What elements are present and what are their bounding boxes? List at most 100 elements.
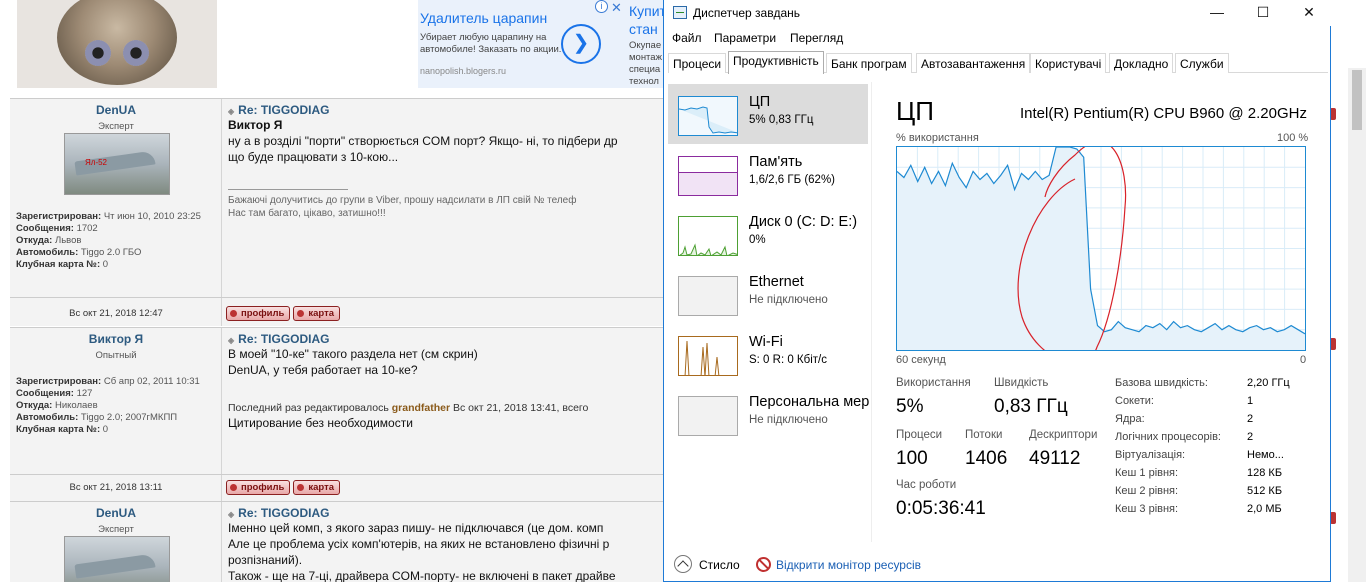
map-button[interactable]: карта bbox=[293, 480, 341, 495]
menu-file[interactable]: Файл bbox=[672, 31, 702, 45]
processes-label: Процеси bbox=[896, 429, 943, 441]
map-button[interactable]: карта bbox=[293, 306, 341, 321]
resource-value: 5% 0,83 ГГц bbox=[749, 114, 814, 126]
post-body: ◈ Re: TIGGODIAG Іменно цей комп, з якого … bbox=[228, 506, 668, 582]
post-profile-info: Зарегистрирован: Сб апр 02, 2011 10:31 С… bbox=[16, 376, 200, 435]
tab-services[interactable]: Служби bbox=[1175, 53, 1229, 73]
chevron-up-icon[interactable] bbox=[674, 555, 692, 573]
processes-value: 100 bbox=[896, 448, 928, 469]
spec-label: Кеш 3 рівня: bbox=[1115, 503, 1179, 515]
post-edit-reason: Цитирование без необходимости bbox=[228, 416, 413, 430]
resource-item-disk[interactable]: Диск 0 (C: D: E:) 0% bbox=[668, 204, 868, 264]
spec-label: Сокети: bbox=[1115, 395, 1154, 407]
resource-name: Диск 0 (C: D: E:) bbox=[749, 214, 858, 230]
cpu-mini-graph bbox=[678, 96, 738, 136]
post-title[interactable]: ◈ Re: TIGGODIAG bbox=[228, 332, 668, 346]
disk-mini-graph bbox=[678, 216, 738, 256]
menu-options[interactable]: Параметри bbox=[714, 31, 776, 45]
menu-view[interactable]: Перегляд bbox=[790, 31, 843, 45]
spec-label: Кеш 1 рівня: bbox=[1115, 467, 1179, 479]
resource-value: 1,6/2,6 ГБ (62%) bbox=[749, 174, 836, 186]
resource-item-memory[interactable]: Пам'ять 1,6/2,6 ГБ (62%) bbox=[668, 144, 868, 204]
post-signature: Нас там багато, цікаво, затишно!!! bbox=[228, 208, 386, 219]
title-bar[interactable]: Диспетчер завдань — ☐ ✕ bbox=[664, 0, 1332, 26]
post-signature: Бажаючі долучитись до групи в Viber, про… bbox=[228, 195, 577, 206]
resource-value: Не підключено bbox=[749, 294, 828, 306]
ad-arrow-icon[interactable]: ❯ bbox=[561, 24, 601, 64]
maximize-button[interactable]: ☐ bbox=[1240, 0, 1286, 26]
profile-button[interactable]: профиль bbox=[226, 306, 291, 321]
ad-kitten-image[interactable]: i bbox=[17, 0, 217, 88]
handles-label: Дескриптори bbox=[1029, 429, 1098, 441]
resource-name: ЦП bbox=[749, 94, 771, 110]
graph-y-label: % використання bbox=[896, 132, 979, 144]
post-user-rank: Опытный bbox=[95, 350, 137, 361]
spec-value: 2,20 ГГц bbox=[1247, 377, 1290, 389]
post-buttons: профиль карта bbox=[226, 306, 343, 324]
page-scrollbar[interactable] bbox=[1348, 68, 1366, 582]
threads-label: Потоки bbox=[965, 429, 1003, 441]
profile-button[interactable]: профиль bbox=[226, 480, 291, 495]
ad-partial[interactable]: Купит стан Окупае монтаж специа технол с… bbox=[628, 0, 668, 88]
post-author-column: Виктор Я Опытный Зарегистрирован: Сб апр… bbox=[10, 328, 222, 501]
wifi-mini-graph bbox=[678, 336, 738, 376]
resource-item-cpu[interactable]: ЦП 5% 0,83 ГГц bbox=[668, 84, 868, 144]
page-scrollbar-thumb[interactable] bbox=[1352, 70, 1362, 130]
post-profile-info: Зарегистрирован: Чт июн 10, 2010 23:25 С… bbox=[16, 211, 201, 270]
speed-label: Швидкість bbox=[994, 377, 1049, 389]
cpu-model: Intel(R) Pentium(R) CPU B960 @ 2.20GHz bbox=[1020, 105, 1307, 122]
spec-label: Базова швидкість: bbox=[1115, 377, 1208, 389]
task-manager-icon bbox=[673, 6, 687, 19]
usage-value: 5% bbox=[896, 396, 924, 417]
spec-label: Віртуалізація: bbox=[1115, 449, 1186, 461]
resource-monitor-icon[interactable] bbox=[756, 557, 771, 572]
kitten-eye-left bbox=[85, 40, 111, 66]
forum-post: DenUA Эксперт ◈ Re: TIGGODIAG Іменно цей … bbox=[10, 501, 670, 582]
close-button[interactable]: ✕ bbox=[1286, 0, 1332, 26]
avatar bbox=[64, 536, 170, 582]
resource-item-wifi[interactable]: Wi-Fi S: 0 R: 0 Кбіт/с bbox=[668, 324, 868, 384]
signature-divider bbox=[228, 189, 348, 190]
post-body: ◈ Re: TIGGODIAG В моей "10-ке" такого раз… bbox=[228, 332, 668, 431]
post-username[interactable]: Виктор Я bbox=[10, 332, 222, 346]
graph-y-max: 100 % bbox=[1277, 132, 1309, 144]
panel-divider[interactable] bbox=[871, 82, 872, 542]
tab-app-history[interactable]: Банк програм bbox=[826, 53, 912, 73]
open-resource-monitor-link[interactable]: Відкрити монітор ресурсів bbox=[776, 558, 921, 572]
post-text-line: Іменно цей комп, з якого зараз пишу- не … bbox=[228, 521, 604, 535]
post-user-rank: Эксперт bbox=[98, 121, 134, 132]
post-title[interactable]: ◈ Re: TIGGODIAG bbox=[228, 506, 668, 520]
tab-details[interactable]: Докладно bbox=[1109, 53, 1174, 73]
graph-x-start: 60 секунд bbox=[896, 354, 946, 366]
task-manager-window[interactable]: Диспетчер завдань — ☐ ✕ Файл Параметри П… bbox=[663, 0, 1332, 582]
tab-users[interactable]: Користувачі bbox=[1030, 53, 1107, 73]
post-text-line: ну а в розділі "порти" створюється COM п… bbox=[228, 134, 618, 148]
post-title[interactable]: ◈ Re: TIGGODIAG bbox=[228, 103, 668, 117]
tab-startup[interactable]: Автозавантаження bbox=[916, 53, 1031, 73]
tab-processes[interactable]: Процеси bbox=[668, 53, 727, 73]
memory-mini-graph bbox=[678, 156, 738, 196]
tab-performance[interactable]: Продуктивність bbox=[728, 51, 824, 74]
resource-item-personal-network[interactable]: Персональна мер Не підключено bbox=[668, 384, 869, 444]
spec-value: 2,0 МБ bbox=[1247, 503, 1282, 515]
bottom-bar: Стисло Відкрити монітор ресурсів bbox=[664, 550, 1332, 580]
minimize-button[interactable]: — bbox=[1194, 0, 1240, 26]
ad-scratch-remover[interactable]: Удалитель царапин Убирает любую царапину… bbox=[418, 0, 628, 88]
ad-url: nanopolish.blogers.ru bbox=[420, 66, 507, 76]
cpu-usage-graph bbox=[896, 146, 1306, 351]
resource-value: S: 0 R: 0 Кбіт/с bbox=[749, 354, 827, 366]
fewer-details-link[interactable]: Стисло bbox=[699, 558, 740, 572]
spec-label: Кеш 2 рівня: bbox=[1115, 485, 1179, 497]
resource-item-ethernet[interactable]: Ethernet Не підключено bbox=[668, 264, 868, 324]
ad-close-icon[interactable]: ✕ bbox=[611, 0, 622, 16]
ad-title[interactable]: Удалитель царапин bbox=[420, 10, 547, 26]
ad-info-icon[interactable]: i bbox=[595, 0, 608, 13]
post-text-line: Також - ще на 7-ці, драйвера COM-порту- … bbox=[228, 569, 616, 582]
post-username[interactable]: DenUA bbox=[10, 506, 222, 520]
post-date: Вс окт 21, 2018 12:47 bbox=[69, 308, 163, 319]
spec-label: Ядра: bbox=[1115, 413, 1145, 425]
post-username[interactable]: DenUA bbox=[10, 103, 222, 117]
post-body: ◈ Re: TIGGODIAG Виктор Я ну а в розділі "… bbox=[228, 103, 668, 220]
resource-name: Пам'ять bbox=[749, 154, 803, 170]
post-text-line: що буде працювати з 10-кою... bbox=[228, 150, 399, 164]
